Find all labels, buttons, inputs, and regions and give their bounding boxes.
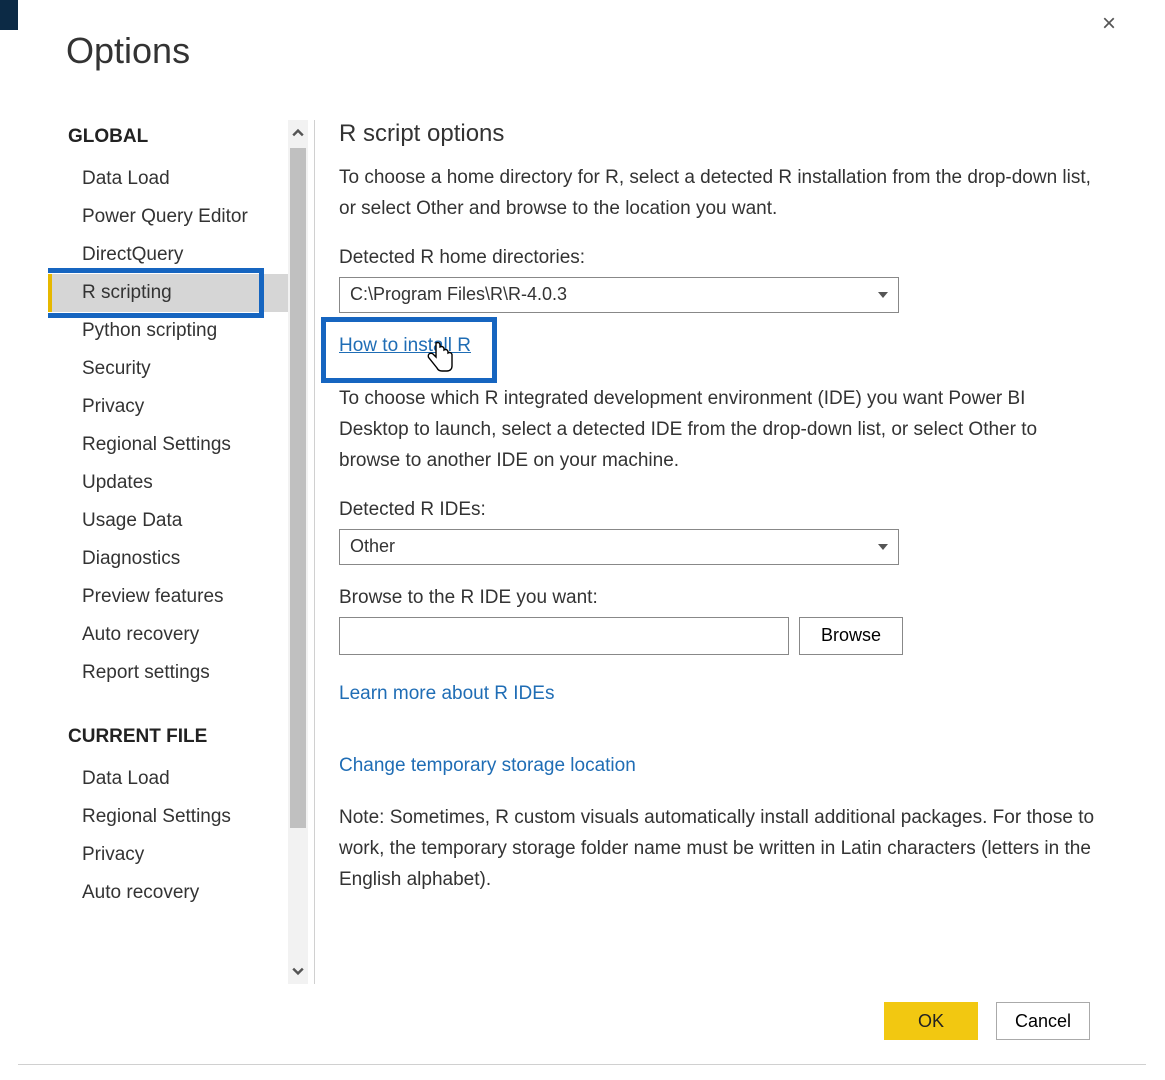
sidebar-item-directquery[interactable]: DirectQuery: [48, 236, 288, 274]
chevron-down-icon: [878, 292, 888, 298]
scroll-up-icon[interactable]: [288, 120, 308, 146]
sidebar: GLOBAL Data Load Power Query Editor Dire…: [48, 120, 288, 984]
sidebar-item-diagnostics[interactable]: Diagnostics: [48, 540, 288, 578]
sidebar-item-security[interactable]: Security: [48, 350, 288, 388]
sidebar-item-cf-regional-settings[interactable]: Regional Settings: [48, 798, 288, 836]
change-storage-link[interactable]: Change temporary storage location: [339, 755, 636, 777]
app-titlebar-sliver: [0, 0, 18, 30]
sidebar-item-python-scripting[interactable]: Python scripting: [48, 312, 288, 350]
storage-note: Note: Sometimes, R custom visuals automa…: [339, 802, 1096, 896]
sidebar-item-cf-data-load[interactable]: Data Load: [48, 760, 288, 798]
dialog-button-bar: OK Cancel: [884, 1002, 1090, 1040]
sidebar-header-global: GLOBAL: [48, 120, 288, 160]
sidebar-item-cf-auto-recovery[interactable]: Auto recovery: [48, 874, 288, 912]
vertical-divider: [314, 120, 315, 984]
sidebar-wrapper: GLOBAL Data Load Power Query Editor Dire…: [48, 120, 308, 984]
ide-select[interactable]: Other: [339, 529, 899, 565]
ok-button[interactable]: OK: [884, 1002, 978, 1040]
sidebar-item-power-query-editor[interactable]: Power Query Editor: [48, 198, 288, 236]
sidebar-item-cf-privacy[interactable]: Privacy: [48, 836, 288, 874]
sidebar-item-preview-features[interactable]: Preview features: [48, 578, 288, 616]
content-area: GLOBAL Data Load Power Query Editor Dire…: [48, 120, 1116, 984]
options-dialog: × Options GLOBAL Data Load Power Query E…: [18, 0, 1146, 1065]
ide-value: Other: [350, 536, 395, 557]
scrollbar[interactable]: [288, 120, 308, 984]
sidebar-item-report-settings[interactable]: Report settings: [48, 654, 288, 692]
home-directories-label: Detected R home directories:: [339, 247, 1096, 269]
home-directory-select[interactable]: C:\Program Files\R\R-4.0.3: [339, 277, 899, 313]
browse-label: Browse to the R IDE you want:: [339, 587, 1096, 609]
home-directory-value: C:\Program Files\R\R-4.0.3: [350, 284, 567, 305]
sidebar-item-label: R scripting: [82, 282, 172, 303]
dialog-title: Options: [18, 0, 1146, 72]
chevron-down-icon: [878, 544, 888, 550]
panel-heading: R script options: [339, 120, 1096, 148]
cancel-button[interactable]: Cancel: [996, 1002, 1090, 1040]
scroll-down-icon[interactable]: [288, 958, 308, 984]
ide-intro-text: To choose which R integrated development…: [339, 383, 1096, 477]
sidebar-header-current-file: CURRENT FILE: [48, 720, 288, 760]
sidebar-item-r-scripting[interactable]: R scripting: [48, 274, 288, 312]
ide-label: Detected R IDEs:: [339, 499, 1096, 521]
sidebar-item-usage-data[interactable]: Usage Data: [48, 502, 288, 540]
browse-button[interactable]: Browse: [799, 617, 903, 655]
sidebar-item-data-load[interactable]: Data Load: [48, 160, 288, 198]
ide-path-input[interactable]: [339, 617, 789, 655]
learn-more-ides-link[interactable]: Learn more about R IDEs: [339, 683, 554, 705]
scrollbar-thumb[interactable]: [290, 148, 306, 828]
sidebar-item-updates[interactable]: Updates: [48, 464, 288, 502]
sidebar-item-regional-settings[interactable]: Regional Settings: [48, 426, 288, 464]
main-panel: R script options To choose a home direct…: [329, 120, 1116, 984]
close-icon[interactable]: ×: [1102, 12, 1116, 36]
sidebar-item-auto-recovery[interactable]: Auto recovery: [48, 616, 288, 654]
sidebar-item-privacy[interactable]: Privacy: [48, 388, 288, 426]
home-intro-text: To choose a home directory for R, select…: [339, 162, 1096, 225]
install-r-link[interactable]: How to install R: [339, 335, 471, 356]
